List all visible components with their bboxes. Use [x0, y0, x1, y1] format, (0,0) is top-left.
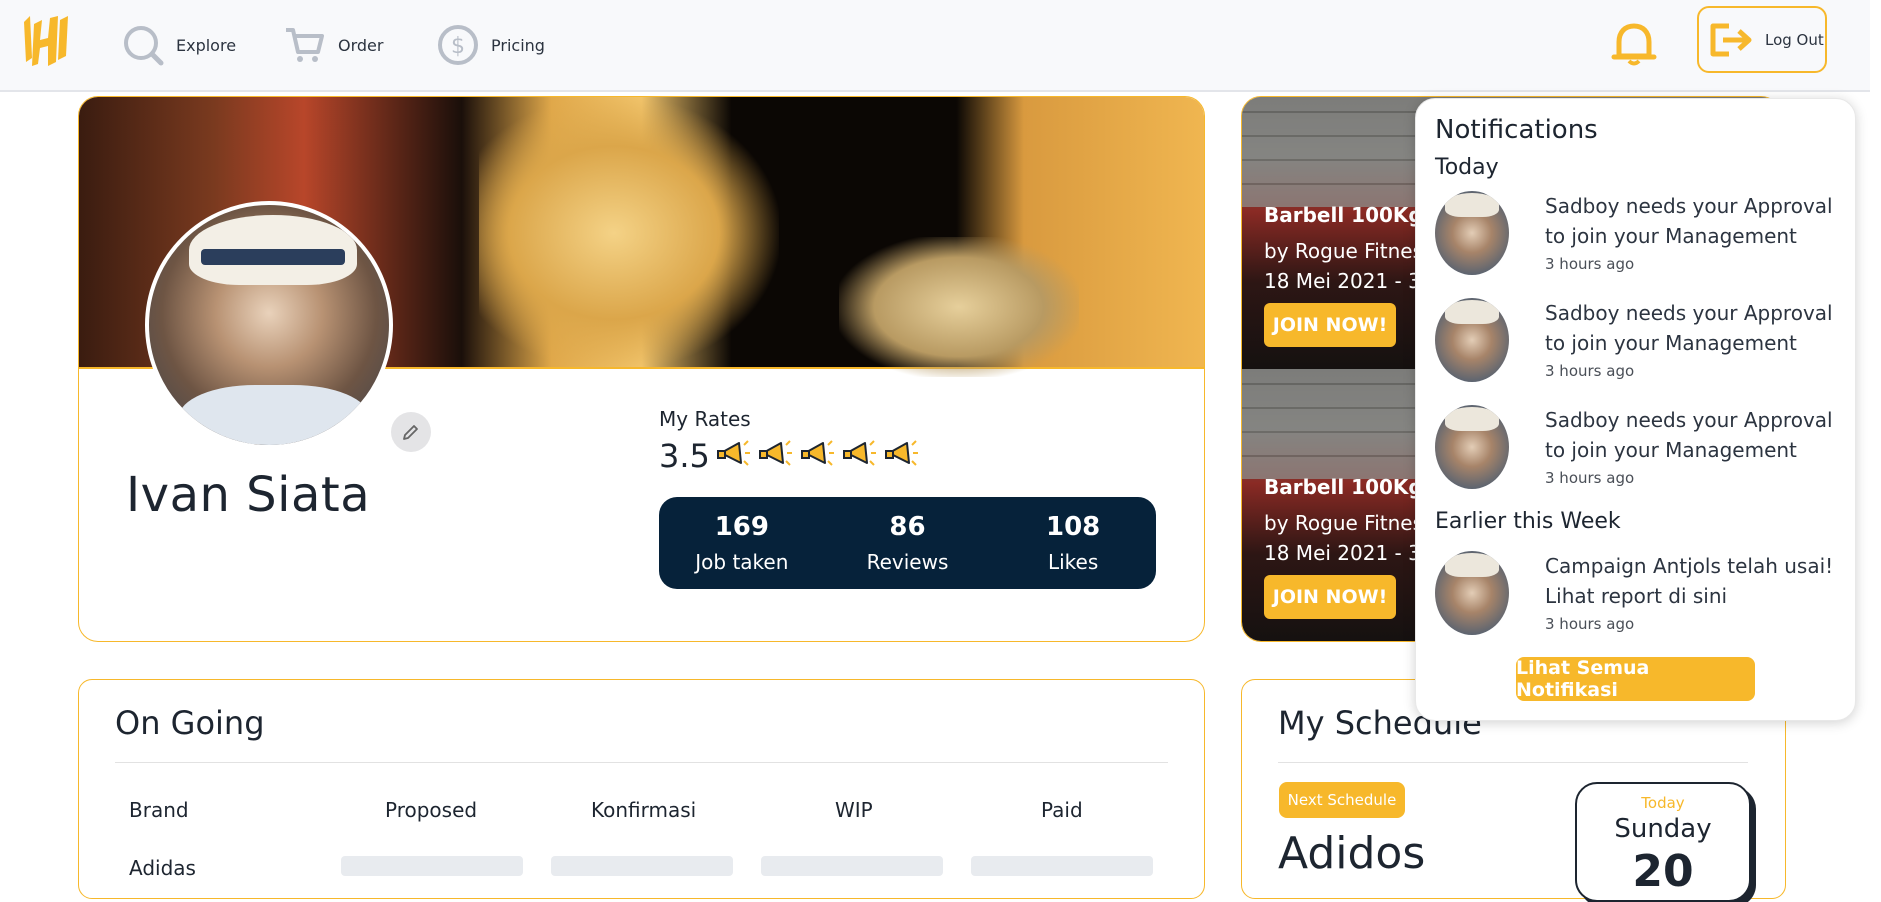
megaphone-icon [843, 440, 876, 466]
notification-item[interactable]: Sadboy needs your Approval to join your … [1435, 405, 1835, 495]
logout-label: Log Out [1765, 30, 1824, 49]
notification-item[interactable]: Sadboy needs your Approval to join your … [1435, 191, 1835, 281]
avatar-hat-band-shape [201, 249, 345, 265]
stat-label: Reviews [866, 550, 949, 574]
profile-name: Ivan Siata [126, 467, 371, 523]
nav-explore-label: Explore [176, 35, 237, 55]
notification-message: Sadboy needs your Approval to join your … [1545, 301, 1833, 355]
status-cell [971, 856, 1153, 876]
stat-value: 108 [1046, 512, 1101, 542]
stat-label: Likes [1047, 550, 1099, 574]
avatar [1435, 551, 1509, 635]
section-today: Today [1435, 155, 1499, 180]
section-earlier: Earlier this Week [1435, 509, 1621, 534]
notification-time: 3 hours ago [1545, 469, 1635, 487]
avatar-hat-shape [1445, 300, 1499, 324]
column-header-brand: Brand [129, 798, 189, 822]
nav-pricing-label: Pricing [491, 35, 545, 55]
stat-likes: 108 Likes [998, 512, 1148, 574]
nav-order[interactable]: Order [284, 24, 383, 66]
megaphone-icon [759, 440, 792, 466]
notification-item[interactable]: Sadboy needs your Approval to join your … [1435, 298, 1835, 388]
schedule-day-box[interactable]: Today Sunday 20 [1575, 782, 1751, 902]
pencil-icon [403, 425, 418, 440]
notification-message: Campaign Antjols telah usai! Lihat repor… [1545, 554, 1834, 608]
megaphone-icon [801, 440, 834, 466]
day-name: Sunday [1614, 814, 1712, 844]
logout-button[interactable]: Log Out [1697, 6, 1827, 73]
notification-message: Sadboy needs your Approval to join your … [1545, 194, 1833, 248]
avatar-shirt-shape [179, 385, 369, 445]
stat-value: 86 [889, 512, 926, 542]
rating-icons [715, 435, 919, 471]
avatar [1435, 405, 1509, 489]
status-cell [551, 856, 733, 876]
day-number: 20 [1632, 846, 1694, 897]
divider [1278, 762, 1748, 763]
status-cell [761, 856, 943, 876]
divider [115, 762, 1168, 763]
notifications-popup: Notifications Today Sadboy needs your Ap… [1415, 98, 1856, 721]
nav-order-label: Order [338, 35, 384, 55]
next-schedule-badge: Next Schedule [1279, 782, 1405, 818]
stat-label: Job taken [695, 550, 789, 574]
stat-reviews: 86 Reviews [832, 512, 982, 574]
see-all-notifications-button[interactable]: Lihat Semua Notifikasi [1516, 657, 1755, 701]
notification-message: Sadboy needs your Approval to join your … [1545, 408, 1833, 462]
campaign-brand: by Rogue Fitness [1264, 239, 1434, 263]
logout-icon [1710, 23, 1752, 56]
stat-job-taken: 169 Job taken [667, 512, 817, 574]
notification-time: 3 hours ago [1545, 615, 1635, 633]
column-header-paid: Paid [1041, 798, 1083, 822]
notification-time: 3 hours ago [1545, 255, 1635, 273]
cover-glove-shape-2 [839, 237, 1079, 377]
brand-logo[interactable] [18, 12, 72, 70]
avatar-hat-shape [1445, 193, 1499, 217]
stat-value: 169 [714, 512, 769, 542]
cover-glove-shape [479, 97, 779, 369]
avatar-hat-shape [1445, 407, 1499, 431]
megaphone-icon [885, 440, 918, 466]
profile-card: Ivan Siata My Rates 3.5 169 Job taken 86… [78, 96, 1205, 642]
join-now-button[interactable]: JOIN NOW! [1264, 575, 1396, 619]
svg-text:$: $ [451, 34, 465, 59]
nav-explore[interactable]: Explore [122, 24, 236, 66]
status-cell [341, 856, 523, 876]
edit-profile-button[interactable] [391, 412, 431, 452]
column-header-konfirmasi: Konfirmasi [591, 798, 697, 822]
dollar-icon: $ [437, 24, 479, 66]
avatar-hat-shape [1445, 553, 1499, 577]
notification-time: 3 hours ago [1545, 362, 1635, 380]
schedule-brand: Adidos [1278, 828, 1426, 879]
avatar [145, 201, 393, 449]
megaphone-icon [717, 440, 750, 466]
column-header-proposed: Proposed [385, 798, 478, 822]
search-icon [122, 24, 164, 66]
join-now-button[interactable]: JOIN NOW! [1264, 303, 1396, 347]
top-navbar: Explore Order $ Pricing Log Out [0, 0, 1870, 92]
today-label: Today [1641, 794, 1685, 812]
profile-stats: 169 Job taken 86 Reviews 108 Likes [659, 497, 1156, 589]
rates-title: My Rates [659, 407, 751, 431]
nav-pricing[interactable]: $ Pricing [437, 24, 545, 66]
notification-item[interactable]: Campaign Antjols telah usai! Lihat repor… [1435, 551, 1835, 641]
avatar [1435, 298, 1509, 382]
cart-icon [284, 24, 326, 66]
notifications-title: Notifications [1435, 115, 1598, 145]
ongoing-title: On Going [115, 704, 265, 742]
ongoing-card: On Going Brand Proposed Konfirmasi WIP P… [78, 679, 1205, 899]
column-header-wip: WIP [835, 798, 873, 822]
avatar [1435, 191, 1509, 275]
row-brand: Adidas [129, 856, 196, 880]
bell-icon[interactable] [1609, 18, 1659, 68]
campaign-brand: by Rogue Fitness [1264, 511, 1434, 535]
rating-value: 3.5 [659, 437, 710, 475]
